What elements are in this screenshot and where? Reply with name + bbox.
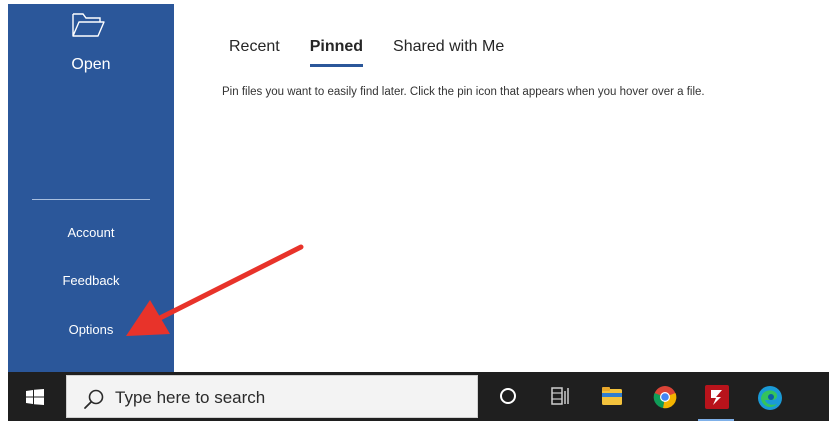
word-backstage-window: Open Account Feedback Options Recent Pin… bbox=[8, 4, 829, 421]
edge-icon bbox=[758, 386, 782, 410]
taskbar-search-box[interactable]: Type here to search bbox=[66, 375, 478, 418]
filezilla-icon bbox=[705, 385, 729, 409]
folder-open-icon bbox=[72, 13, 105, 37]
sidebar-divider bbox=[32, 199, 150, 200]
start-button[interactable] bbox=[8, 372, 64, 421]
file-explorer-icon bbox=[602, 387, 622, 405]
main-panel: Recent Pinned Shared with Me Pin files y… bbox=[174, 4, 829, 372]
tab-pinned[interactable]: Pinned bbox=[309, 38, 364, 68]
sidebar: Open Account Feedback Options bbox=[8, 4, 174, 372]
active-app-indicator bbox=[698, 419, 734, 421]
pinned-hint-text: Pin files you want to easily find later.… bbox=[222, 86, 705, 98]
task-view-icon bbox=[551, 387, 569, 405]
sidebar-item-feedback[interactable]: Feedback bbox=[8, 273, 174, 288]
sidebar-item-account[interactable]: Account bbox=[8, 225, 174, 240]
cortana-button[interactable] bbox=[486, 372, 530, 421]
cortana-icon bbox=[500, 388, 516, 404]
task-view-button[interactable] bbox=[538, 372, 582, 421]
tab-shared-with-me[interactable]: Shared with Me bbox=[393, 38, 504, 68]
file-explorer-button[interactable] bbox=[590, 372, 634, 421]
sidebar-item-options[interactable]: Options bbox=[8, 322, 174, 337]
filezilla-button[interactable] bbox=[694, 372, 738, 421]
chrome-button[interactable] bbox=[642, 372, 686, 421]
start-icon bbox=[26, 389, 44, 405]
open-label: Open bbox=[71, 56, 111, 73]
search-icon bbox=[84, 389, 104, 409]
search-placeholder: Type here to search bbox=[115, 388, 266, 407]
edge-button[interactable] bbox=[746, 372, 790, 421]
open-button[interactable]: Open bbox=[8, 4, 174, 92]
tab-recent[interactable]: Recent bbox=[229, 38, 280, 68]
taskbar: Type here to search bbox=[8, 372, 829, 421]
file-tabs: Recent Pinned Shared with Me bbox=[229, 38, 504, 68]
chrome-icon bbox=[653, 386, 677, 409]
